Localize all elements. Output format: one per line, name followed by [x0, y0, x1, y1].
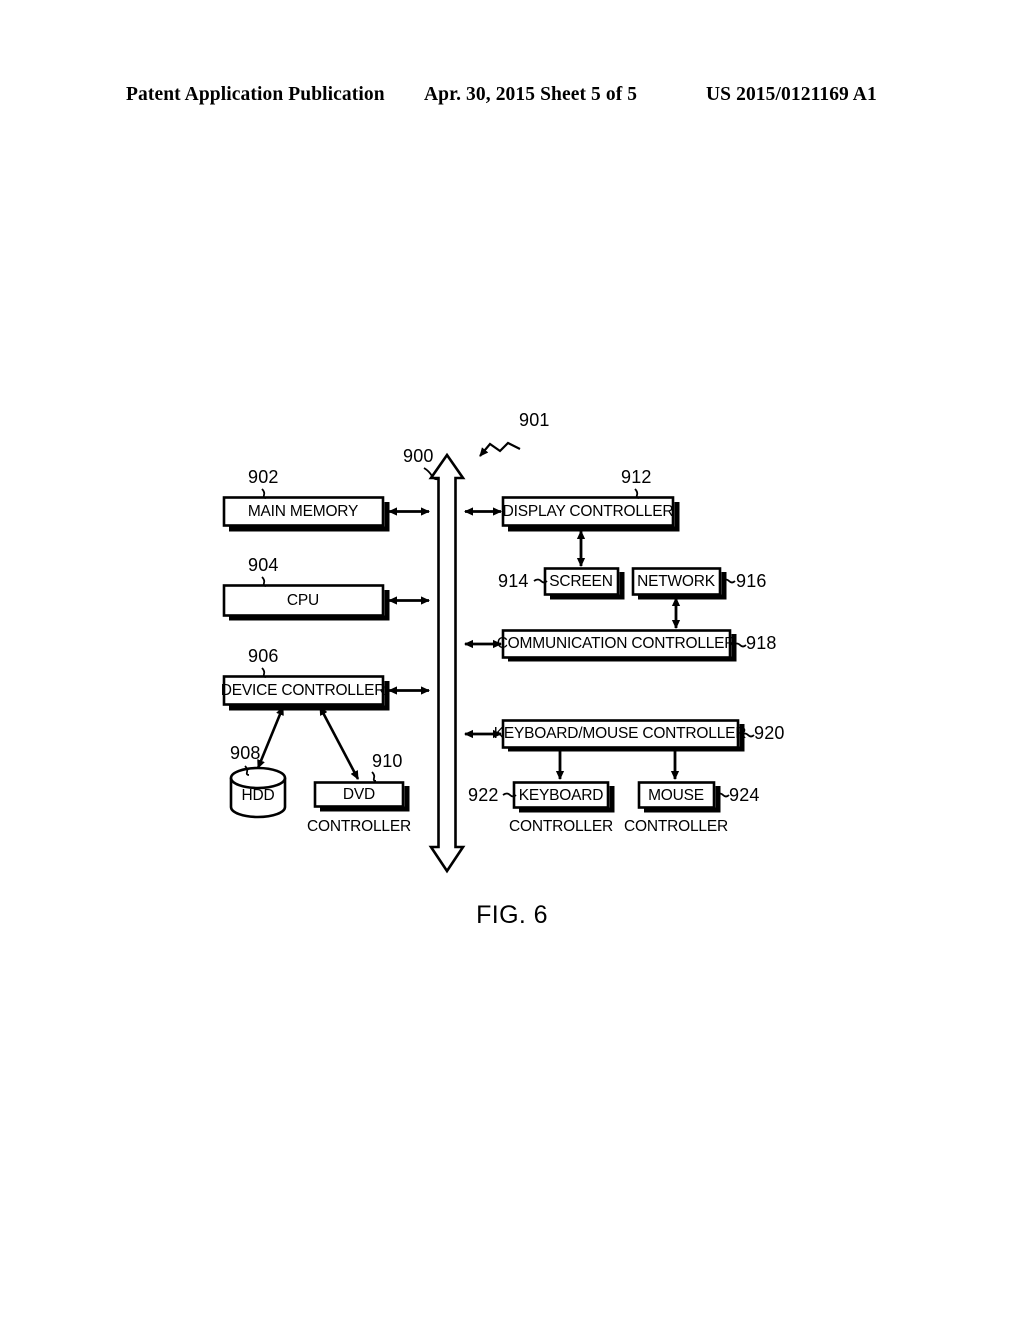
- display-controller-label: DISPLAY CONTROLLER: [502, 503, 674, 520]
- diagram-vector-layer: [222, 441, 755, 874]
- screen-label: SCREEN: [549, 573, 613, 590]
- system-bus-shape: [428, 452, 466, 874]
- cpu-label: CPU: [286, 592, 320, 609]
- mouse-label: MOUSE: [648, 787, 704, 804]
- ref-912: 912: [621, 467, 652, 487]
- keyboard-mouse-controller-label: KEYBOARD/MOUSE CONTROLLER: [493, 725, 747, 742]
- ref-920: 920: [754, 723, 785, 743]
- ref-902: 902: [248, 467, 279, 487]
- dvd-label: DVD: [342, 786, 376, 803]
- ref-904: 904: [248, 555, 279, 575]
- main-memory-label: MAIN MEMORY: [247, 503, 359, 520]
- ref-922: 922: [468, 785, 499, 805]
- figure-caption: FIG. 6: [476, 901, 548, 929]
- ref-910: 910: [372, 751, 403, 771]
- network-label: NETWORK: [637, 573, 715, 590]
- ref-908: 908: [230, 743, 261, 763]
- ref-914: 914: [498, 571, 529, 591]
- arrow-device-dvd: [318, 706, 360, 780]
- figure-6-block-diagram: 900 901 MAIN MEMORY 902 CPU 904 DEVICE C…: [0, 0, 1024, 1320]
- mouse-sub-label: CONTROLLER: [624, 818, 728, 835]
- ref-901-computer-system: 901: [519, 410, 550, 430]
- arrow-device-hdd: [256, 706, 285, 769]
- keyboard-sub-label: CONTROLLER: [509, 818, 613, 835]
- ref-918: 918: [746, 633, 777, 653]
- hdd-label: HDD: [241, 787, 275, 804]
- device-controller-label: DEVICE CONTROLLER: [220, 682, 386, 699]
- ref-906: 906: [248, 646, 279, 666]
- ref-900-system-bus: 900: [403, 446, 434, 466]
- communication-controller-label: COMMUNICATION CONTROLLER: [496, 635, 736, 652]
- dvd-sub-label: CONTROLLER: [307, 818, 411, 835]
- ref-924: 924: [729, 785, 760, 805]
- ref-916: 916: [736, 571, 767, 591]
- keyboard-label: KEYBOARD: [518, 787, 604, 804]
